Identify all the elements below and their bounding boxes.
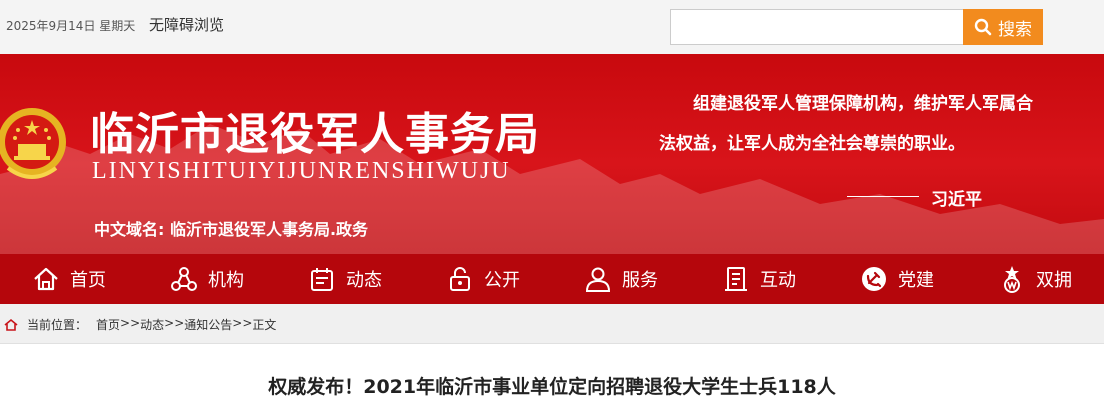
nav-item-home[interactable]: 首页: [0, 254, 138, 304]
nav-label: 双拥: [1036, 270, 1072, 291]
nav-label: 首页: [70, 270, 106, 291]
lock-icon: [450, 267, 470, 291]
nav-item-news[interactable]: 动态: [276, 254, 414, 304]
nav-label: 党建: [898, 270, 934, 291]
nav-item-public[interactable]: 公开: [414, 254, 552, 304]
accessibility-link[interactable]: 无障碍浏览: [149, 14, 224, 35]
current-date: 2025年9月14日 星期天: [6, 19, 136, 33]
breadcrumb-label: 当前位置：: [27, 318, 88, 332]
party-icon: [862, 267, 886, 291]
nav-label: 服务: [622, 270, 658, 291]
main-nav: 首页 机构 动态 公开 服务 互动 党建 双拥: [0, 254, 1104, 304]
article-title: 权威发布！2021年临沂市事业单位定向招聘退役大学生士兵118人: [268, 376, 836, 398]
nav-item-service[interactable]: 服务: [552, 254, 690, 304]
breadcrumb-item-home[interactable]: 首页: [96, 316, 120, 333]
search-button-label: 搜索: [998, 19, 1032, 40]
breadcrumb: 当前位置： 首页 >> 动态 >> 通知公告 >> 正文: [0, 304, 1104, 344]
site-title: 临沂市退役军人事务局: [90, 109, 540, 160]
national-emblem-icon: [0, 108, 66, 179]
breadcrumb-separator: >>: [120, 316, 141, 330]
nav-label: 动态: [346, 270, 382, 291]
home-icon: [4, 318, 18, 331]
nav-item-interact[interactable]: 互动: [690, 254, 828, 304]
nav-label: 机构: [208, 270, 244, 291]
slogan-quote: 组建退役军人管理保障机构，维护军人军属合法权益，让军人成为全社会尊崇的职业。: [659, 94, 1033, 154]
search-button[interactable]: 搜索: [963, 9, 1043, 45]
document-icon: [725, 267, 747, 291]
news-icon: [311, 268, 333, 291]
chinese-domain: 中文域名: 临沂市退役军人事务局.政务: [94, 220, 369, 239]
nav-label: 公开: [484, 270, 520, 291]
breadcrumb-item-current: 正文: [252, 318, 277, 332]
organization-icon: [171, 267, 197, 291]
user-icon: [585, 267, 611, 292]
breadcrumb-separator: >>: [232, 316, 253, 330]
quote-author: 习近平: [931, 190, 982, 210]
search-input[interactable]: [670, 9, 964, 45]
top-bar: 2025年9月14日 星期天 无障碍浏览 搜索: [0, 0, 1104, 54]
home-icon: [34, 267, 58, 291]
nav-label: 互动: [760, 270, 796, 291]
army-star-icon: [1004, 266, 1020, 293]
breadcrumb-item-news[interactable]: 动态: [140, 316, 164, 333]
breadcrumb-item-notices[interactable]: 通知公告: [184, 316, 232, 333]
nav-item-party[interactable]: 党建: [828, 254, 966, 304]
quote-divider: [847, 196, 919, 197]
site-banner: 临沂市退役军人事务局 LINYISHITUIYIJUNRENSHIWUJU 中文…: [0, 54, 1104, 254]
breadcrumb-path: 首页 >> 动态 >> 通知公告 >> 正文: [96, 316, 276, 333]
search-icon: [974, 18, 992, 36]
nav-item-organization[interactable]: 机构: [138, 254, 276, 304]
nav-item-support-army[interactable]: 双拥: [966, 254, 1104, 304]
breadcrumb-separator: >>: [164, 316, 185, 330]
site-pinyin: LINYISHITUIYIJUNRENSHIWUJU: [92, 158, 511, 184]
